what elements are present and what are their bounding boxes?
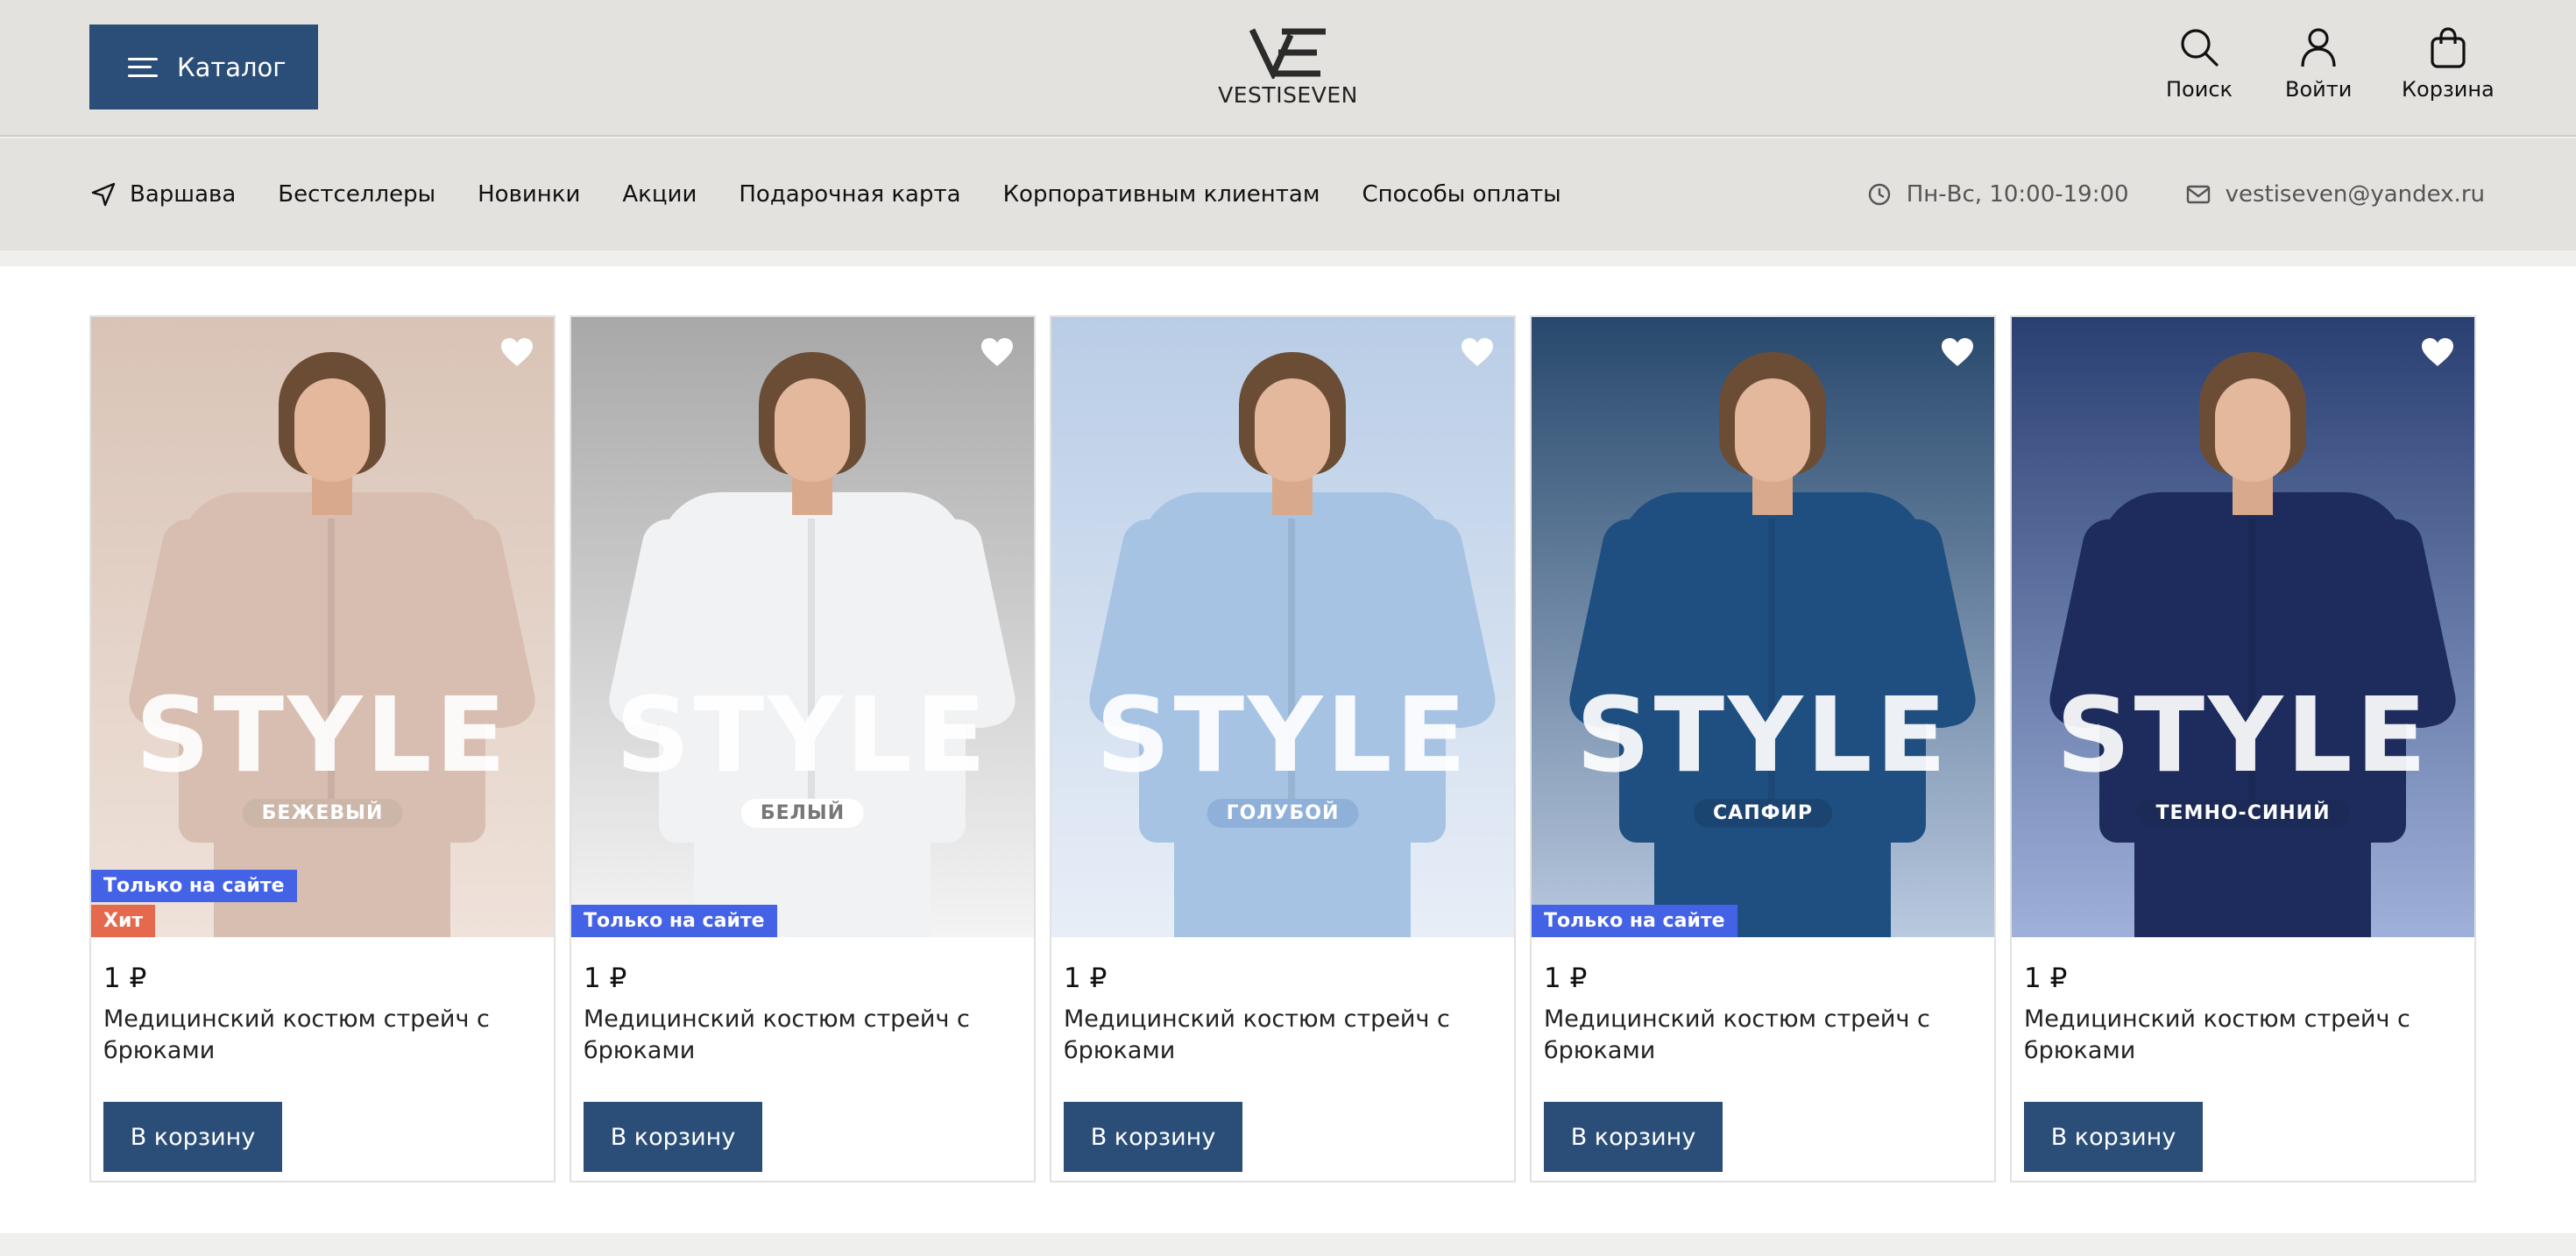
bag-icon [2431,27,2466,68]
nav-menu: Варшава Бестселлеры Новинки Акции Подаро… [89,138,1561,250]
nav-new[interactable]: Новинки [478,181,580,208]
hours-text: Пн-Вс, 10:00-19:00 [1906,181,2129,208]
product-image[interactable]: STYLE ГОЛУБОЙ [1051,317,1514,937]
figure-head [2215,378,2290,482]
color-pill: БЕЛЫЙ [740,799,865,828]
product-price: 1 ₽ [103,963,147,994]
badge-site-only: Только на сайте [1532,905,1737,937]
cart-button[interactable]: Корзина [2402,25,2495,102]
working-hours: Пн-Вс, 10:00-19:00 [1866,181,2129,208]
search-label: Поиск [2166,77,2233,102]
style-overlay-text: STYLE [1095,674,1470,795]
cart-label: Корзина [2402,77,2495,102]
product-card[interactable]: STYLE БЕЖЕВЫЙ Только на сайте Хит 1 ₽ Ме… [89,315,556,1182]
menu-icon [128,57,158,77]
email-link[interactable]: vestiseven@yandex.ru [2185,181,2485,208]
product-image[interactable]: STYLE БЕЖЕВЫЙ Только на сайте Хит [91,317,554,937]
style-overlay-text: STYLE [2056,674,2431,795]
search-button[interactable]: Поиск [2166,25,2233,102]
logo-text: VESTISEVEN [1218,82,1358,108]
add-to-cart-button[interactable]: В корзину [584,1102,762,1172]
product-card[interactable]: STYLE ТЕМНО-СИНИЙ 1 ₽ Медицинский костюм… [2010,315,2476,1182]
mail-icon [2186,185,2210,204]
add-to-cart-button[interactable]: В корзину [1544,1102,1723,1172]
city-label: Варшава [130,181,237,208]
product-image[interactable]: STYLE БЕЛЫЙ Только на сайте [571,317,1034,937]
contact-info: Пн-Вс, 10:00-19:00 vestiseven@yandex.ru [1866,138,2485,250]
product-card[interactable]: STYLE ГОЛУБОЙ 1 ₽ Медицинский костюм стр… [1050,315,1516,1182]
add-to-cart-button[interactable]: В корзину [2024,1102,2203,1172]
product-section: STYLE БЕЖЕВЫЙ Только на сайте Хит 1 ₽ Ме… [0,266,2576,1233]
email-text: vestiseven@yandex.ru [2225,181,2485,208]
logo-mark-icon [1249,28,1326,79]
add-to-cart-button[interactable]: В корзину [103,1102,282,1172]
heart-icon[interactable] [980,336,1015,368]
heart-icon[interactable] [1460,336,1495,368]
nav-sales[interactable]: Акции [622,181,697,208]
style-overlay-text: STYLE [1575,674,1950,795]
product-info: 1 ₽ Медицинский костюм стрейч с брюками … [1532,937,1994,1172]
product-name[interactable]: Медицинский костюм стрейч с брюками [584,1004,1022,1072]
product-image[interactable]: STYLE ТЕМНО-СИНИЙ [2012,317,2474,937]
product-name[interactable]: Медицинский костюм стрейч с брюками [1544,1004,1982,1072]
product-grid: STYLE БЕЖЕВЫЙ Только на сайте Хит 1 ₽ Ме… [89,315,2476,1182]
nav-corporate[interactable]: Корпоративным клиентам [1003,181,1320,208]
product-name[interactable]: Медицинский костюм стрейч с брюками [1064,1004,1502,1072]
product-info: 1 ₽ Медицинский костюм стрейч с брюками … [91,937,554,1172]
search-icon [2181,29,2219,67]
heart-icon[interactable] [499,336,534,368]
product-name[interactable]: Медицинский костюм стрейч с брюками [103,1004,541,1072]
clock-icon [1868,183,1890,206]
catalog-label: Каталог [177,52,287,82]
product-image[interactable]: STYLE САПФИР Только на сайте [1532,317,1994,937]
nav-bestsellers[interactable]: Бестселлеры [278,181,435,208]
figure-head [775,378,850,482]
product-price: 1 ₽ [584,963,627,994]
add-to-cart-button[interactable]: В корзину [1064,1102,1242,1172]
location-arrow-icon [91,182,116,207]
figure-head [294,378,370,482]
product-info: 1 ₽ Медицинский костюм стрейч с брюками … [2012,937,2474,1172]
figure-head [1735,378,1810,482]
product-card[interactable]: STYLE САПФИР Только на сайте 1 ₽ Медицин… [1530,315,1996,1182]
product-price: 1 ₽ [1544,963,1588,994]
top-header: Каталог VESTISEVEN Поиск Войти Корзина [0,0,2576,137]
color-pill: ТЕМНО-СИНИЙ [2136,799,2350,828]
login-label: Войти [2285,77,2353,102]
color-pill: ГОЛУБОЙ [1207,799,1359,828]
product-name[interactable]: Медицинский костюм стрейч с брюками [2024,1004,2462,1072]
product-price: 1 ₽ [1064,963,1108,994]
figure-head [1255,378,1330,482]
user-icon [2301,28,2336,67]
product-info: 1 ₽ Медицинский костюм стрейч с брюками … [1051,937,1514,1172]
nav-gift-card[interactable]: Подарочная карта [739,181,960,208]
badge-hit: Хит [91,905,156,937]
product-card[interactable]: STYLE БЕЛЫЙ Только на сайте 1 ₽ Медицинс… [570,315,1036,1182]
product-price: 1 ₽ [2024,963,2068,994]
city-selector[interactable]: Варшава [89,180,236,208]
badge-site-only: Только на сайте [571,905,777,937]
site-logo[interactable]: VESTISEVEN [1218,26,1358,110]
nav-bar: Варшава Бестселлеры Новинки Акции Подаро… [0,138,2576,250]
heart-icon[interactable] [1940,336,1975,368]
nav-payment[interactable]: Способы оплаты [1362,181,1560,208]
style-overlay-text: STYLE [135,674,510,795]
style-overlay-text: STYLE [615,674,990,795]
product-info: 1 ₽ Медицинский костюм стрейч с брюками … [571,937,1034,1172]
color-pill: САПФИР [1694,799,1832,828]
catalog-button[interactable]: Каталог [89,25,318,109]
badge-site-only: Только на сайте [91,870,297,902]
color-pill: БЕЖЕВЫЙ [242,799,403,828]
heart-icon[interactable] [2420,336,2455,368]
login-button[interactable]: Войти [2285,25,2352,102]
